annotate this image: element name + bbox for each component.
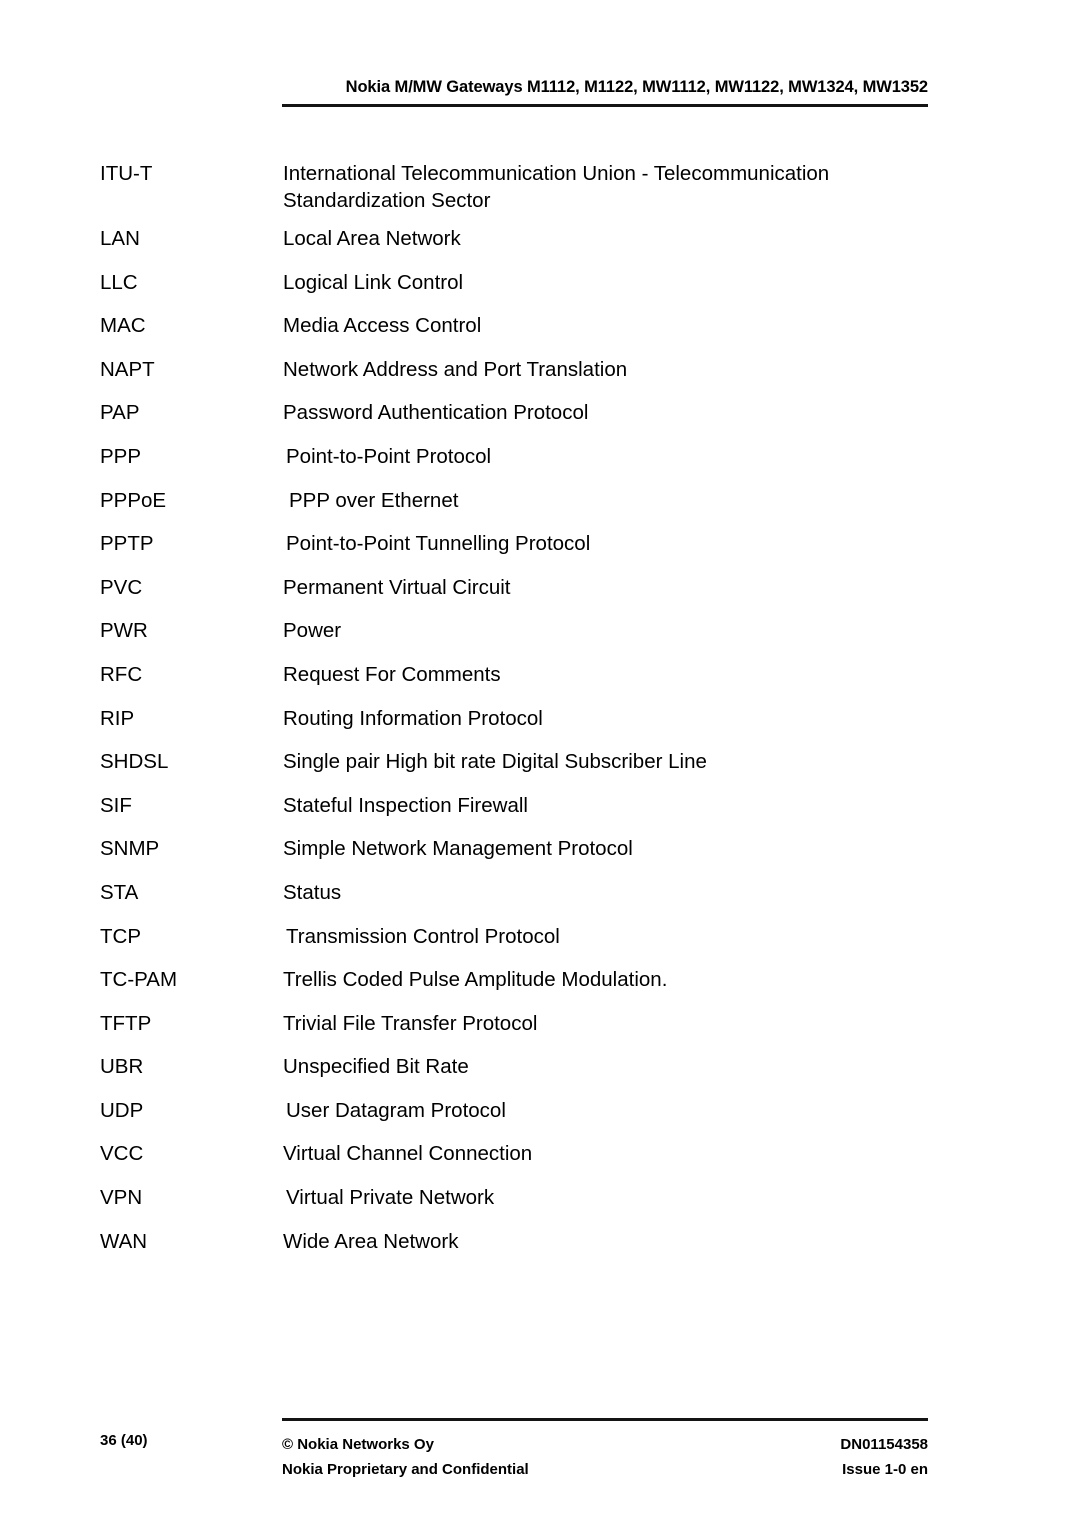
abbreviation-definition: Single pair High bit rate Digital Subscr…	[283, 750, 707, 774]
abbreviation-definition: Stateful Inspection Firewall	[283, 793, 528, 817]
abbreviation-definition: Wide Area Network	[283, 1229, 459, 1253]
abbreviation-definition: Virtual Private Network	[286, 1186, 495, 1210]
abbreviation-row: TCP Transmission Control Protocol	[100, 923, 980, 967]
abbreviation-definition: Transmission Control Protocol	[286, 924, 560, 948]
footer-page-number: 36 (40)	[100, 1432, 148, 1449]
footer-rule	[282, 1418, 928, 1421]
abbreviation-definition: User Datagram Protocol	[286, 1098, 506, 1122]
abbreviation-row: TC-PAM Trellis Coded Pulse Amplitude Modu…	[100, 966, 980, 1010]
abbreviation-row: VPN Virtual Private Network	[100, 1184, 980, 1228]
abbreviation-definition: Logical Link Control	[283, 270, 464, 294]
abbreviation-term: TC-PAM	[100, 968, 178, 992]
header-rule	[282, 104, 928, 107]
abbreviation-definition: Local Area Network	[283, 227, 461, 250]
abbreviation-row: PAP Password Authentication Protocol	[100, 399, 980, 443]
abbreviation-term: LAN	[100, 227, 140, 250]
abbreviation-row: NAPT Network Address and Port Translation	[100, 356, 980, 400]
abbreviation-row: RFC Request For Comments	[100, 661, 980, 705]
document-page: Nokia M/MW Gateways M1112, M1122, MW1112…	[0, 0, 1080, 1528]
abbreviation-term: PPP	[100, 444, 142, 468]
abbreviation-row: UBR Unspecified Bit Rate	[100, 1053, 980, 1097]
abbreviation-definition: Media Access Control	[283, 314, 482, 338]
abbreviation-term: PPPoE	[100, 488, 167, 512]
abbreviation-term: SIF	[100, 793, 132, 817]
abbreviation-row: STA Status	[100, 879, 980, 923]
abbreviation-definition: PPP over Ethernet	[289, 488, 459, 512]
abbreviation-row: VCC Virtual Channel Connection	[100, 1140, 980, 1184]
abbreviation-term: STA	[100, 880, 139, 904]
abbreviation-row: LLC Logical Link Control	[100, 269, 980, 313]
abbreviation-definition: Point-to-Point Protocol	[286, 444, 492, 468]
abbreviation-term: UDP	[100, 1098, 144, 1122]
footer-confidentiality: Nokia Proprietary and Confidential	[282, 1461, 529, 1478]
abbreviation-definition: Virtual Channel Connection	[283, 1142, 533, 1166]
running-header-title: Nokia M/MW Gateways M1112, M1122, MW1112…	[345, 78, 928, 96]
abbreviation-term: TFTP	[100, 1011, 152, 1035]
abbreviation-row: SHDSL Single pair High bit rate Digital S…	[100, 748, 980, 792]
footer-issue: Issue 1-0 en	[842, 1461, 928, 1478]
abbreviation-list: ITU-T International Telecommunication Uni…	[100, 160, 980, 1271]
abbreviation-definition: Network Address and Port Translation	[283, 357, 628, 381]
abbreviation-definition: Permanent Virtual Circuit	[283, 575, 511, 599]
page-footer: 36 (40) © Nokia Networks Oy Nokia Propri…	[0, 1428, 1080, 1498]
abbreviation-term: LLC	[100, 270, 138, 294]
abbreviation-definition: Simple Network Management Protocol	[283, 837, 633, 861]
abbreviation-term: MAC	[100, 314, 146, 338]
abbreviation-row: TFTP Trivial File Transfer Protocol	[100, 1010, 980, 1054]
abbreviation-term: RIP	[100, 706, 135, 730]
abbreviation-definition: Password Authentication Protocol	[283, 401, 589, 425]
abbreviation-row: LAN Local Area Network	[100, 225, 980, 269]
abbreviation-row: WAN Wide Area Network	[100, 1228, 980, 1272]
running-header: Nokia M/MW Gateways M1112, M1122, MW1112…	[100, 78, 928, 97]
abbreviation-row: MAC Media Access Control	[100, 312, 980, 356]
abbreviation-term: PVC	[100, 575, 143, 599]
abbreviation-definition: Point-to-Point Tunnelling Protocol	[286, 532, 591, 556]
abbreviation-term: NAPT	[100, 357, 155, 381]
abbreviation-term: SNMP	[100, 837, 160, 861]
abbreviation-row: ITU-T International Telecommunication Uni…	[100, 160, 980, 225]
abbreviation-term: PAP	[100, 401, 140, 425]
abbreviation-row: SNMP Simple Network Management Protocol	[100, 835, 980, 879]
abbreviation-row: PPP Point-to-Point Protocol	[100, 443, 980, 487]
abbreviation-term: WAN	[100, 1229, 148, 1253]
abbreviation-term: SHDSL	[100, 750, 169, 774]
abbreviation-definition: Routing Information Protocol	[283, 706, 543, 730]
abbreviation-term: TCP	[100, 924, 141, 948]
abbreviation-definition: Request For Comments	[283, 662, 501, 686]
footer-document-id: DN01154358	[840, 1436, 928, 1453]
abbreviation-definition: International Telecommunication Union - …	[283, 162, 830, 212]
abbreviation-definition: Unspecified Bit Rate	[283, 1055, 469, 1079]
abbreviation-definition: Power	[283, 619, 342, 643]
abbreviation-term: UBR	[100, 1055, 144, 1079]
abbreviation-row: PWR Power	[100, 617, 980, 661]
footer-document-block: DN01154358 Issue 1-0 en	[528, 1432, 928, 1482]
abbreviation-term: VCC	[100, 1142, 144, 1166]
abbreviation-term: ITU-T	[100, 162, 153, 185]
abbreviation-definition: Status	[283, 880, 342, 904]
abbreviation-row: PVC Permanent Virtual Circuit	[100, 574, 980, 618]
footer-copyright-block: © Nokia Networks Oy Nokia Proprietary an…	[282, 1432, 529, 1482]
abbreviation-term: VPN	[100, 1186, 143, 1210]
footer-copyright: © Nokia Networks Oy	[282, 1436, 434, 1453]
abbreviation-row: PPTP Point-to-Point Tunnelling Protocol	[100, 530, 980, 574]
abbreviation-term: PPTP	[100, 532, 154, 556]
abbreviation-row: RIP Routing Information Protocol	[100, 705, 980, 749]
abbreviation-row: SIF Stateful Inspection Firewall	[100, 792, 980, 836]
abbreviation-term: RFC	[100, 662, 143, 686]
abbreviation-definition: Trivial File Transfer Protocol	[283, 1011, 538, 1035]
abbreviation-term: PWR	[100, 619, 148, 643]
abbreviation-row: UDP User Datagram Protocol	[100, 1097, 980, 1141]
abbreviation-definition: Trellis Coded Pulse Amplitude Modulation…	[283, 968, 668, 992]
abbreviation-row: PPPoE PPP over Ethernet	[100, 487, 980, 531]
